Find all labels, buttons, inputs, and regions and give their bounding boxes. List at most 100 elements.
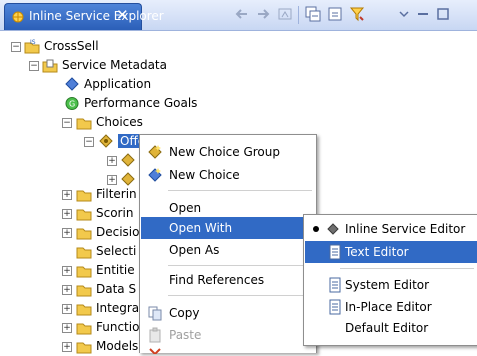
tree-item-application[interactable]: Application [0,75,300,94]
tree-label: Decisio [96,225,140,239]
expand-icon[interactable]: + [62,342,72,352]
tree-item-offer-child-1[interactable]: + [0,151,140,170]
inline-service-editor-icon [325,221,341,237]
tree-label: Service Metadata [62,58,167,72]
menu-label: New Choice Group [169,145,280,159]
system-editor-item[interactable]: System Editor [305,274,477,296]
copy-item[interactable]: Copy [141,302,315,324]
maximize-icon[interactable] [434,5,452,23]
system-editor-icon [327,277,343,293]
tree-label: Integra [96,301,140,315]
menu-label: Open As [169,243,220,257]
inline-service-icon: IS [24,39,40,54]
tree-item-entities[interactable]: + Entitie [0,261,140,280]
forward-icon[interactable] [254,5,272,23]
expand-icon[interactable]: + [62,190,72,200]
text-editor-item[interactable]: Text Editor [305,241,477,263]
svg-text:G: G [69,100,75,109]
tree-item-functions[interactable]: + Functio [0,318,140,337]
menu-label: System Editor [345,278,430,292]
choice-icon [120,153,136,168]
application-icon [64,77,80,92]
menu-label: In-Place Editor [345,300,432,314]
in-place-editor-icon [327,299,343,315]
tree-item-selection[interactable]: Selecti [0,242,140,261]
expand-icon[interactable]: + [107,156,117,166]
tree-item-models[interactable]: + Models [0,337,140,356]
collapse-icon[interactable]: − [62,118,72,128]
in-place-editor-item[interactable]: In-Place Editor [305,296,477,318]
expand-icon[interactable]: + [62,266,72,276]
menu-separator [168,265,312,266]
open-with-item[interactable]: Open With [141,217,315,239]
new-choice-group-icon [147,144,163,160]
collapse-icon[interactable]: − [84,137,94,147]
folder-icon [76,301,92,316]
default-editor-item[interactable]: Default Editor [305,317,477,339]
collapse-icon[interactable]: − [29,61,39,71]
expand-icon[interactable]: + [62,285,72,295]
menu-separator [168,295,312,296]
expand-icon[interactable]: + [107,175,117,185]
expand-icon[interactable]: + [62,304,72,314]
paste-icon [147,327,163,343]
tree-label: Selecti [96,244,137,258]
tree-label: CrossSell [44,39,99,53]
folder-icon [76,263,92,278]
copy-icon [147,305,163,321]
tree-label: Data S [96,282,137,296]
expand-icon[interactable]: + [62,228,72,238]
open-item[interactable]: Open [141,197,315,219]
paste-item[interactable]: Paste [141,324,315,346]
expand-icon[interactable]: + [62,323,72,333]
performance-goals-icon: G [64,96,80,111]
menu-label: Paste [169,328,202,342]
new-choice-group-item[interactable]: New Choice Group [141,141,315,163]
menu-label: Open [169,201,202,215]
minimize-icon[interactable] [414,5,432,23]
inline-service-editor-item[interactable]: Inline Service Editor [305,218,477,240]
collapse-icon[interactable]: − [11,42,21,52]
tree-item-data-sources[interactable]: + Data S [0,280,140,299]
toolbar-separator [298,6,299,24]
inline-service-explorer-tab[interactable]: Inline Service Explorer ✕ [4,3,164,30]
collapse-all-icon[interactable] [304,5,322,23]
tree-label: Functio [96,320,140,334]
selected-bullet-icon [313,226,319,232]
tree-item-service-metadata[interactable]: − Service Metadata [0,56,300,75]
filter-icon[interactable] [348,5,366,23]
tree-label: Entitie [96,263,135,277]
delete-icon [147,346,163,354]
choice-group-icon [98,134,114,149]
tree-item-choices[interactable]: − Choices [0,113,300,132]
tree-item-scoring[interactable]: + Scorin [0,204,140,223]
view-menu-icon[interactable] [395,5,413,23]
open-as-item[interactable]: Open As [141,239,315,261]
find-references-item[interactable]: Find References [141,269,315,291]
back-icon[interactable] [233,5,251,23]
link-editor-icon[interactable] [326,5,344,23]
folder-icon [76,225,92,240]
folder-icon [76,320,92,335]
tree-item-filtering[interactable]: + Filterin [0,185,140,204]
tree-label: Scorin [96,206,134,220]
close-icon[interactable]: ✕ [116,6,129,24]
tree-label: Filterin [96,187,137,201]
menu-label: Copy [169,306,200,320]
tree-item-performance-goals[interactable]: G Performance Goals [0,94,300,113]
delete-item-partial[interactable] [141,346,315,354]
home-icon[interactable] [276,5,294,23]
tree-item-decisions[interactable]: + Decisio [0,223,140,242]
expand-icon[interactable]: + [62,209,72,219]
text-editor-icon [327,244,343,260]
service-metadata-icon [42,58,58,73]
menu-label: Default Editor [345,321,429,335]
tree-item-integration[interactable]: + Integra [0,299,140,318]
folder-icon [76,282,92,297]
explorer-icon [11,10,25,24]
view-title: Inline Service Explorer [29,9,164,23]
menu-label: Text Editor [345,245,409,259]
new-choice-item[interactable]: New Choice [141,164,315,186]
menu-label: Inline Service Editor [345,222,466,236]
tree-item-crosssell[interactable]: − IS CrossSell [0,37,300,56]
